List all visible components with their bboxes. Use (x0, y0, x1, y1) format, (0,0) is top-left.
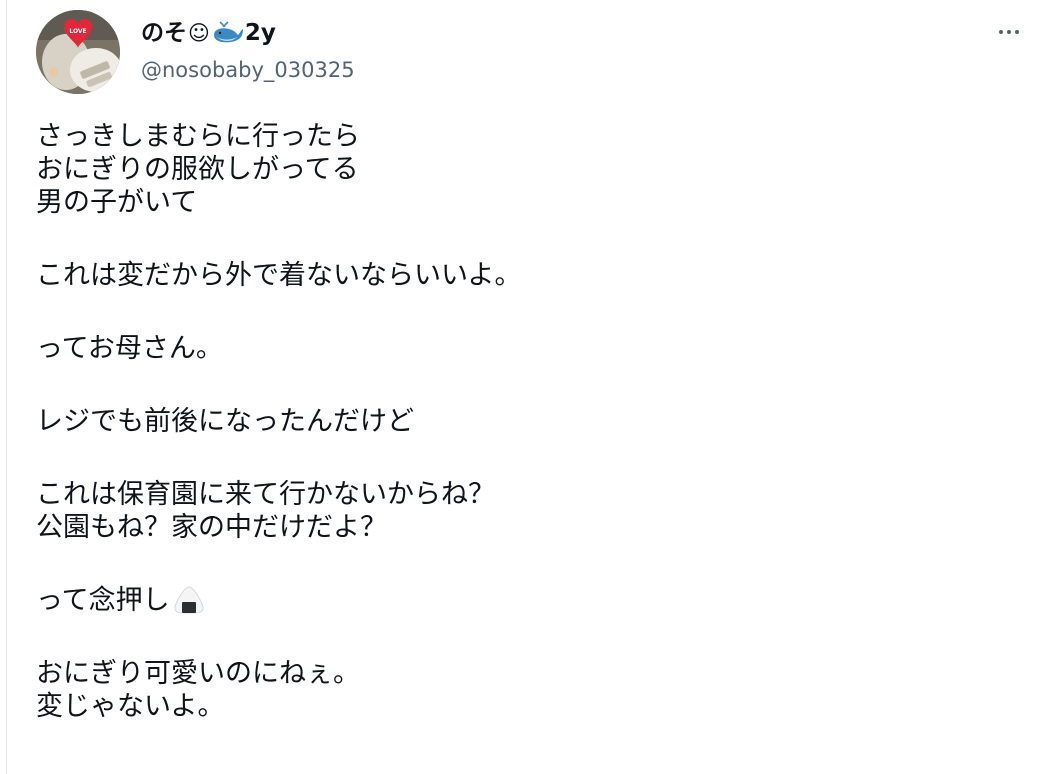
avatar[interactable]: LOVE (36, 10, 120, 94)
tweet-header: LOVE のそ ☺ 2y @nosobaby_030325 (36, 10, 1026, 94)
tweet-line-with-emoji: って念押し (36, 584, 1016, 617)
tweet-line: 公園もね？家の中だけだよ？ (36, 512, 387, 543)
author-info: のそ ☺ 2y @nosobaby_030325 (141, 18, 355, 84)
tweet-line: これは変だから外で着ないならいいよ。 (36, 260, 522, 291)
more-horizontal-icon (999, 30, 1003, 34)
tweet-line: レジでも前後になったんだけど (36, 406, 414, 437)
display-name-smiley: ☺ (188, 21, 210, 45)
tweet-line: おにぎり可愛いのにねぇ。 (36, 658, 360, 689)
tweet-line-text: って念押し (36, 585, 170, 616)
whale-icon (212, 21, 244, 45)
onigiri-icon (172, 585, 206, 615)
more-horizontal-icon (1007, 30, 1011, 34)
tweet-line: さっきしまむらに行ったら (36, 121, 360, 152)
tweet-line: 変じゃないよ。 (36, 691, 225, 722)
tweet-line: これは保育園に来て行かないからね？ (36, 479, 495, 510)
tweet-line: おにぎりの服欲しがってる (36, 154, 359, 185)
display-name-suffix: 2y (244, 20, 276, 46)
tweet-line: ってお母さん。 (36, 333, 223, 364)
avatar-sticker-text: LOVE (69, 28, 86, 35)
display-name[interactable]: のそ ☺ 2y (141, 18, 355, 48)
display-name-text: のそ (141, 20, 187, 46)
avatar-image: LOVE (36, 10, 120, 94)
left-divider (6, 0, 7, 774)
more-options-button[interactable] (992, 20, 1026, 44)
tweet-card: LOVE のそ ☺ 2y @nosobaby_030325 さっきしまむらに行ったら… (0, 0, 1037, 774)
more-horizontal-icon (1015, 30, 1019, 34)
tweet-text: さっきしまむらに行ったら おにぎりの服欲しがってる 男の子がいて これは変だから… (36, 120, 1016, 723)
tweet-line: 男の子がいて (36, 187, 198, 218)
user-handle[interactable]: @nosobaby_030325 (141, 56, 355, 84)
